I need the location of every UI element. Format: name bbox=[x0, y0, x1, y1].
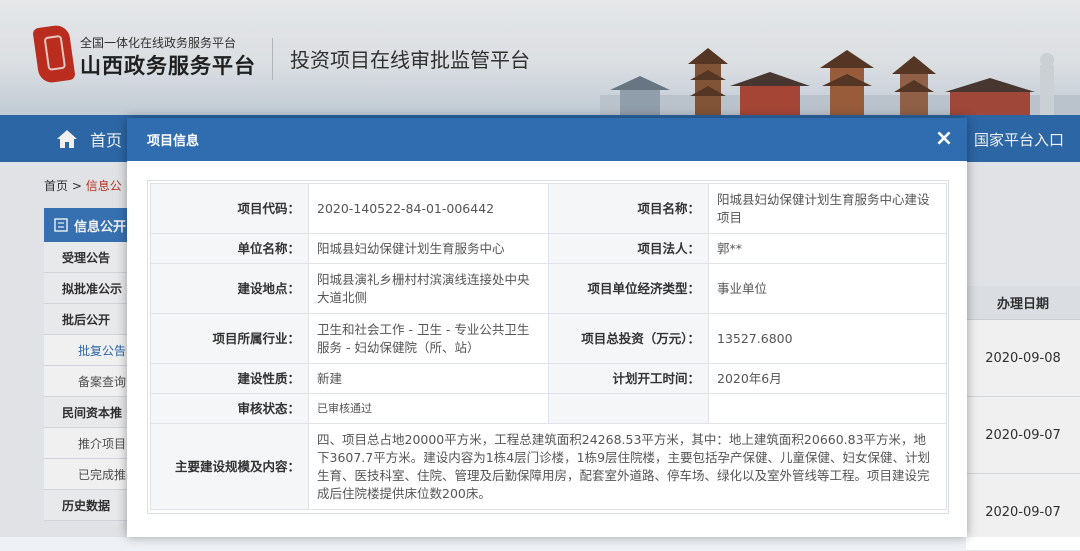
project-code-value: 2020-140522-84-01-006442 bbox=[308, 183, 549, 234]
construction-nature-value: 新建 bbox=[308, 363, 549, 394]
site-label: 建设地点： bbox=[150, 263, 309, 314]
table-row: 单位名称： 阳城县妇幼保健计划生育服务中心 项目法人： 郭** bbox=[150, 233, 947, 264]
total-investment-label: 项目总投资（万元）： bbox=[548, 313, 709, 364]
empty-value-cell bbox=[708, 393, 947, 424]
modal-header: 项目信息 × bbox=[127, 118, 967, 161]
table-row: 建设地点： 阳城县演礼乡栅村村滨演线连接处中央大道北侧 项目单位经济类型： 事业… bbox=[150, 263, 947, 314]
audit-status-label: 审核状态： bbox=[150, 393, 309, 424]
table-row: 项目代码： 2020-140522-84-01-006442 项目名称： 阳城县… bbox=[150, 183, 947, 234]
industry-value: 卫生和社会工作 - 卫生 - 专业公共卫生服务 - 妇幼保健院（所、站） bbox=[308, 313, 549, 364]
table-row: 项目所属行业： 卫生和社会工作 - 卫生 - 专业公共卫生服务 - 妇幼保健院（… bbox=[150, 313, 947, 364]
economic-type-value: 事业单位 bbox=[708, 263, 947, 314]
project-info-table: 项目代码： 2020-140522-84-01-006442 项目名称： 阳城县… bbox=[150, 183, 947, 510]
project-name-label: 项目名称： bbox=[548, 183, 709, 234]
construction-nature-label: 建设性质： bbox=[150, 363, 309, 394]
audit-status-value: 已审核通过 bbox=[308, 393, 549, 424]
empty-label-cell bbox=[548, 393, 709, 424]
close-icon[interactable]: × bbox=[933, 128, 955, 150]
table-row: 主要建设规模及内容： 四、项目总占地20000平方米，工程总建筑面积24268.… bbox=[150, 423, 947, 510]
industry-label: 项目所属行业： bbox=[150, 313, 309, 364]
table-row: 审核状态： 已审核通过 bbox=[150, 393, 947, 424]
project-code-label: 项目代码： bbox=[150, 183, 309, 234]
scale-content-label: 主要建设规模及内容： bbox=[150, 423, 309, 510]
legal-person-label: 项目法人： bbox=[548, 233, 709, 264]
unit-name-value: 阳城县妇幼保健计划生育服务中心 bbox=[308, 233, 549, 264]
scale-content-value: 四、项目总占地20000平方米，工程总建筑面积24268.53平方米，其中：地上… bbox=[308, 423, 947, 510]
unit-name-label: 单位名称： bbox=[150, 233, 309, 264]
project-info-panel: 项目代码： 2020-140522-84-01-006442 项目名称： 阳城县… bbox=[147, 180, 949, 514]
project-name-value: 阳城县妇幼保健计划生育服务中心建设项目 bbox=[708, 183, 947, 234]
total-investment-value: 13527.6800 bbox=[708, 313, 947, 364]
planned-start-value: 2020年6月 bbox=[708, 363, 947, 394]
economic-type-label: 项目单位经济类型： bbox=[548, 263, 709, 314]
modal-title: 项目信息 bbox=[147, 134, 200, 149]
planned-start-label: 计划开工时间： bbox=[548, 363, 709, 394]
legal-person-value: 郭** bbox=[708, 233, 947, 264]
table-row: 建设性质： 新建 计划开工时间： 2020年6月 bbox=[150, 363, 947, 394]
project-info-modal: 项目信息 × 项目代码： 2020-140522-84-01-006442 项目… bbox=[127, 118, 967, 537]
site-value: 阳城县演礼乡栅村村滨演线连接处中央大道北侧 bbox=[308, 263, 549, 314]
